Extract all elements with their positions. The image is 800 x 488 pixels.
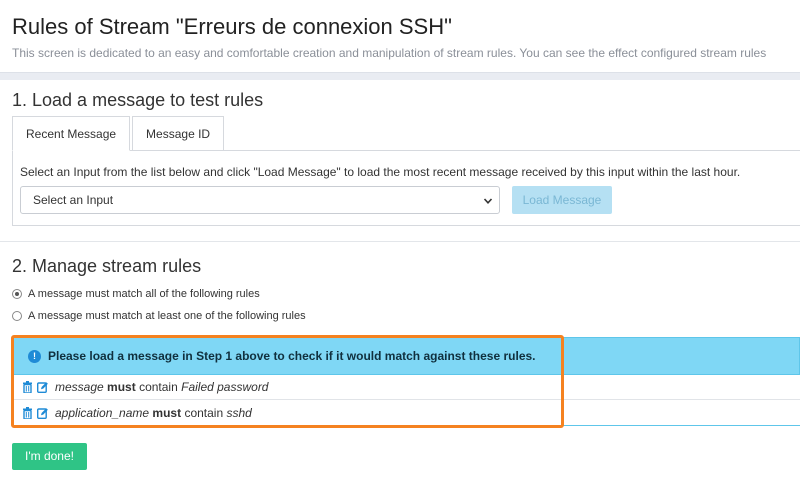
rule-field: application_name: [55, 406, 150, 420]
load-message-button[interactable]: Load Message: [512, 186, 612, 214]
message-source-tabs: Recent Message Message ID: [12, 116, 226, 151]
match-any-label: A message must match at least one of the…: [28, 310, 306, 322]
rule-operator: must: [107, 379, 136, 394]
rule-operator: must: [152, 406, 182, 420]
section-divider: [0, 241, 800, 242]
match-all-label: A message must match all of the followin…: [28, 288, 260, 300]
rule-text: message must contain Failed password: [55, 380, 268, 394]
info-icon: !: [28, 349, 41, 363]
match-any-radio[interactable]: [12, 311, 22, 321]
tab-recent-message[interactable]: Recent Message: [12, 116, 131, 151]
match-all-option[interactable]: A message must match all of the followin…: [12, 288, 260, 300]
step1-title: 1. Load a message to test rules: [12, 90, 264, 110]
trash-icon[interactable]: [22, 380, 33, 393]
tab-message-id[interactable]: Message ID: [132, 116, 225, 151]
input-select-value: Select an Input: [33, 193, 114, 207]
edit-icon[interactable]: [37, 407, 48, 419]
load-message-help-text: Select an Input from the list below and …: [20, 165, 741, 179]
match-all-radio[interactable]: [12, 289, 22, 299]
page-header: Rules of Stream "Erreurs de connexion SS…: [0, 0, 800, 73]
rule-value: sshd: [226, 406, 252, 420]
rule-row: message must contain Failed password: [12, 374, 800, 400]
info-alert: ! Please load a message in Step 1 above …: [12, 337, 800, 375]
page-description: This screen is dedicated to an easy and …: [12, 46, 767, 60]
alert-text: Please load a message in Step 1 above to…: [48, 349, 536, 363]
page-title: Rules of Stream "Erreurs de connexion SS…: [12, 14, 452, 39]
match-any-option[interactable]: A message must match at least one of the…: [12, 310, 306, 322]
rule-value: Failed password: [181, 379, 269, 394]
input-select[interactable]: Select an Input: [20, 186, 500, 214]
step2-title: 2. Manage stream rules: [12, 256, 202, 276]
edit-icon[interactable]: [37, 381, 48, 393]
trash-icon[interactable]: [22, 407, 33, 419]
rule-row: application_name must contain sshd: [12, 400, 800, 426]
rule-field: message: [55, 379, 104, 394]
done-button[interactable]: I'm done!: [12, 443, 87, 470]
rule-text: application_name must contain sshd: [55, 406, 252, 420]
rule-verb: contain: [139, 379, 178, 394]
rule-verb: contain: [184, 406, 224, 420]
chevron-down-icon: [483, 198, 493, 204]
